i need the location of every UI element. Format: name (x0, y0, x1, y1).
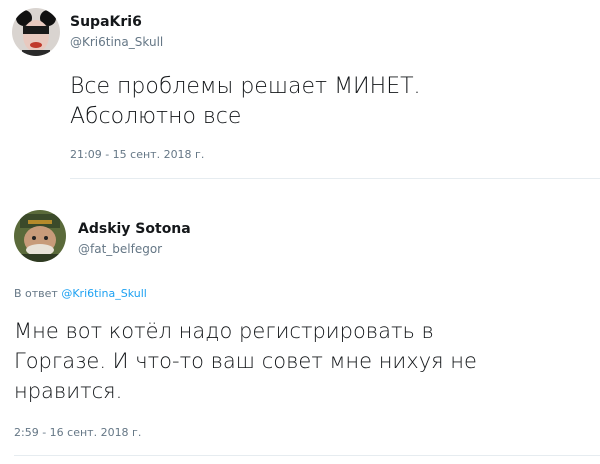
tweet-text: Все проблемы решает МИНЕТ. Абсолютно все (70, 72, 590, 132)
avatar[interactable] (14, 210, 66, 262)
user-avatar-icon (12, 8, 60, 56)
divider (70, 178, 600, 179)
user-handle[interactable]: @Kri6tina_Skull (70, 35, 163, 49)
divider (14, 455, 600, 456)
user-handle[interactable]: @fat_belfegor (78, 242, 162, 256)
display-name[interactable]: SupaKri6 (70, 14, 142, 30)
timestamp[interactable]: 21:09 - 15 сент. 2018 г. (70, 148, 204, 161)
tweet-text-line: Все проблемы решает МИНЕТ. (70, 74, 421, 99)
reply-context: В ответ @Kri6tina_Skull (14, 287, 147, 300)
tweet-text-line: Горгазе. И что-то ваш совет мне нихуя не (14, 349, 477, 373)
timestamp[interactable]: 2:59 - 16 сент. 2018 г. (14, 426, 141, 439)
tweet-text-line: Мне вот котёл надо регистрировать в (14, 319, 434, 343)
avatar[interactable] (12, 8, 60, 56)
reply-prefix: В ответ (14, 287, 58, 300)
tweet-text: Мне вот котёл надо регистрировать в Горг… (14, 316, 594, 406)
tweet-text-line: Абсолютно все (70, 104, 242, 129)
reply-mention-link[interactable]: @Kri6tina_Skull (61, 287, 146, 300)
tweet-text-line: нравится. (14, 379, 123, 403)
user-avatar-icon (14, 210, 66, 262)
display-name[interactable]: Adskiy Sotona (78, 221, 191, 237)
